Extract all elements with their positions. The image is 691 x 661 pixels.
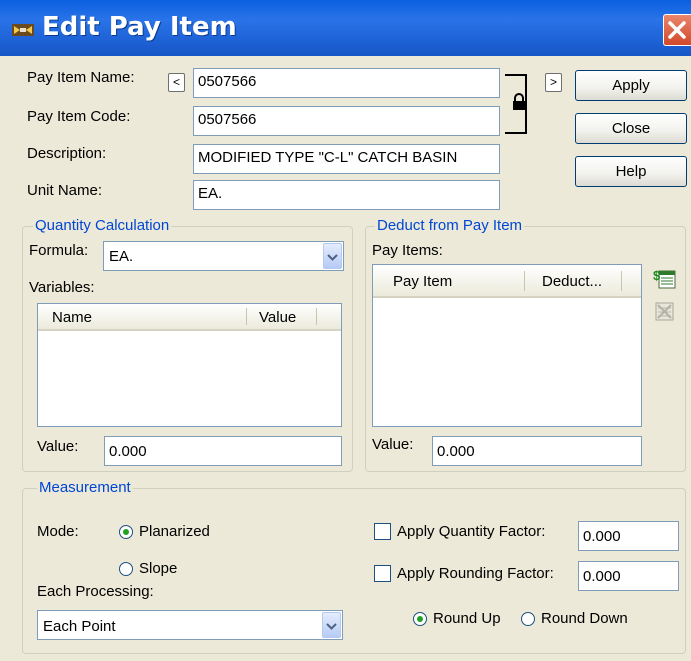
mode-label: Mode: [37,523,79,540]
variables-list[interactable]: Name Value [37,303,342,427]
deduct-list-header: Pay Item Deduct... [373,265,641,298]
unit-name-field[interactable]: EA. [193,180,500,210]
help-button[interactable]: Help [575,156,687,187]
description-label: Description: [27,145,107,162]
formula-label: Formula: [29,242,89,259]
pay-items-label: Pay Items: [372,242,443,259]
apply-quantity-factor-field[interactable]: 0.000 [578,521,679,551]
window-title: Edit Pay Item [42,12,237,42]
next-item-button[interactable]: > [545,73,562,92]
formula-dropdown[interactable]: EA. [103,241,344,271]
apply-button[interactable]: Apply [575,70,687,101]
mode-planarized-radio[interactable] [119,525,133,539]
deduct-value-label: Value: [372,436,414,453]
deduct-value-field[interactable]: 0.000 [432,436,642,466]
each-processing-dropdown[interactable]: Each Point [37,610,343,640]
formula-value: EA. [109,248,134,265]
round-up-radio[interactable] [413,612,427,626]
remove-deduct-icon[interactable] [652,299,676,323]
each-processing-label: Each Processing: [37,583,154,600]
deduct-title: Deduct from Pay Item [375,217,525,234]
lock-icon[interactable] [512,93,526,111]
deduct-pay-items-list[interactable]: Pay Item Deduct... [372,264,642,427]
mode-slope-radio[interactable] [119,562,133,576]
previous-item-button[interactable]: < [168,73,185,92]
chevron-down-icon[interactable] [322,612,341,638]
svg-text:$: $ [653,268,661,283]
quantity-value-label: Value: [37,438,79,455]
column-header-value[interactable]: Value [259,309,296,326]
close-button[interactable]: Close [575,113,687,144]
apply-rounding-factor-field[interactable]: 0.000 [578,561,679,591]
mode-slope-label[interactable]: Slope [139,560,177,577]
column-header-pay-item[interactable]: Pay Item [393,273,452,290]
add-deduct-icon[interactable]: $ [652,266,676,290]
quantity-calculation-title: Quantity Calculation [33,217,172,234]
close-window-button[interactable] [663,14,691,46]
variables-label: Variables: [29,279,95,296]
pay-item-name-label: Pay Item Name: [27,69,135,86]
variables-list-header: Name Value [38,304,341,331]
app-icon [12,22,34,38]
apply-rounding-factor-label[interactable]: Apply Rounding Factor: [397,565,554,582]
apply-rounding-factor-checkbox[interactable] [374,565,391,582]
round-down-radio[interactable] [521,612,535,626]
pay-item-code-field[interactable]: 0507566 [193,106,500,136]
description-field[interactable]: MODIFIED TYPE "C-L" CATCH BASIN [193,144,500,174]
round-down-label[interactable]: Round Down [541,610,628,627]
measurement-title: Measurement [37,479,133,496]
quantity-value-field[interactable]: 0.000 [104,436,342,466]
apply-quantity-factor-checkbox[interactable] [374,523,391,540]
column-header-name[interactable]: Name [52,309,92,326]
round-up-label[interactable]: Round Up [433,610,501,627]
close-icon [668,21,686,39]
pay-item-code-label: Pay Item Code: [27,108,131,125]
unit-name-label: Unit Name: [27,182,103,199]
pay-item-name-field[interactable]: 0507566 [193,68,500,98]
apply-quantity-factor-label[interactable]: Apply Quantity Factor: [397,523,545,540]
each-processing-value: Each Point [43,618,116,635]
column-header-deduct[interactable]: Deduct... [542,273,602,290]
chevron-down-icon[interactable] [323,243,342,269]
mode-planarized-label[interactable]: Planarized [139,523,210,540]
